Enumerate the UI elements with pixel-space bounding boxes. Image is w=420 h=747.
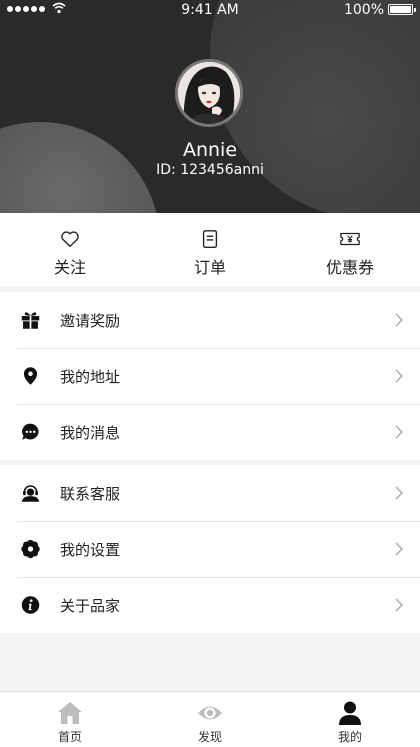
chevron-right-icon <box>395 598 403 612</box>
battery-icon <box>388 4 416 15</box>
avatar-portrait-image <box>178 62 240 124</box>
quick-item-label: 订单 <box>193 258 226 277</box>
battery-percentage: 100% <box>343 2 384 18</box>
profile-id: ID: 123456anni <box>156 162 264 178</box>
menu-item-my-settings[interactable]: 我的设置 <box>0 521 420 577</box>
avatar[interactable] <box>175 59 243 127</box>
gift-icon <box>21 312 40 329</box>
menu-item-label: 联系客服 <box>60 484 121 503</box>
home-icon <box>58 702 82 724</box>
quick-actions: 关注 订单 优惠券 <box>0 213 420 286</box>
menu-item-label: 邀请奖励 <box>60 311 121 330</box>
chat-bubble-icon <box>22 423 39 440</box>
quick-item-follow[interactable]: 关注 <box>0 213 140 286</box>
menu-group-primary: 邀请奖励 我的地址 我的消息 <box>0 292 420 460</box>
menu-item-my-messages[interactable]: 我的消息 <box>0 404 420 460</box>
menu-item-label: 我的地址 <box>60 367 121 386</box>
tab-label: 发现 <box>197 730 222 744</box>
coupon-icon <box>340 232 360 246</box>
chevron-right-icon <box>395 486 403 500</box>
status-bar: 9:41 AM 100% <box>0 0 420 20</box>
chevron-right-icon <box>395 425 403 439</box>
quick-item-coupons[interactable]: 优惠券 <box>280 213 420 286</box>
customer-service-icon <box>21 485 40 502</box>
quick-item-orders[interactable]: 订单 <box>140 213 280 286</box>
menu-group-secondary: 联系客服 我的设置 关于品家 <box>0 465 420 633</box>
menu-item-customer-service[interactable]: 联系客服 <box>0 465 420 521</box>
menu-item-label: 我的消息 <box>60 423 121 442</box>
chevron-right-icon <box>395 369 403 383</box>
quick-item-label: 优惠券 <box>325 258 374 277</box>
eye-icon <box>198 706 222 720</box>
menu-item-my-address[interactable]: 我的地址 <box>0 348 420 404</box>
chevron-right-icon <box>395 542 403 556</box>
menu-item-about[interactable]: 关于品家 <box>0 577 420 633</box>
profile-header: 9:41 AM 100% Annie ID: 123456anni <box>0 0 420 213</box>
tab-mine[interactable]: 我的 <box>280 692 420 747</box>
chevron-right-icon <box>395 313 403 327</box>
menu-item-label: 关于品家 <box>60 596 121 615</box>
menu-item-label: 我的设置 <box>60 540 121 559</box>
tab-label: 首页 <box>57 730 82 744</box>
tab-label: 我的 <box>337 730 362 744</box>
tab-home[interactable]: 首页 <box>0 692 140 747</box>
quick-item-label: 关注 <box>53 258 86 277</box>
menu-item-invite-rewards[interactable]: 邀请奖励 <box>0 292 420 348</box>
person-icon <box>339 701 361 725</box>
info-icon <box>21 596 40 614</box>
decorative-circle-right <box>210 0 420 213</box>
heart-icon <box>61 231 79 248</box>
tab-discover[interactable]: 发现 <box>140 692 280 747</box>
profile-name: Annie <box>182 139 238 161</box>
order-list-icon <box>202 230 218 248</box>
bottom-tab-bar: 首页 发现 我的 <box>0 691 420 747</box>
location-pin-icon <box>23 367 38 385</box>
settings-gear-icon <box>21 539 40 559</box>
